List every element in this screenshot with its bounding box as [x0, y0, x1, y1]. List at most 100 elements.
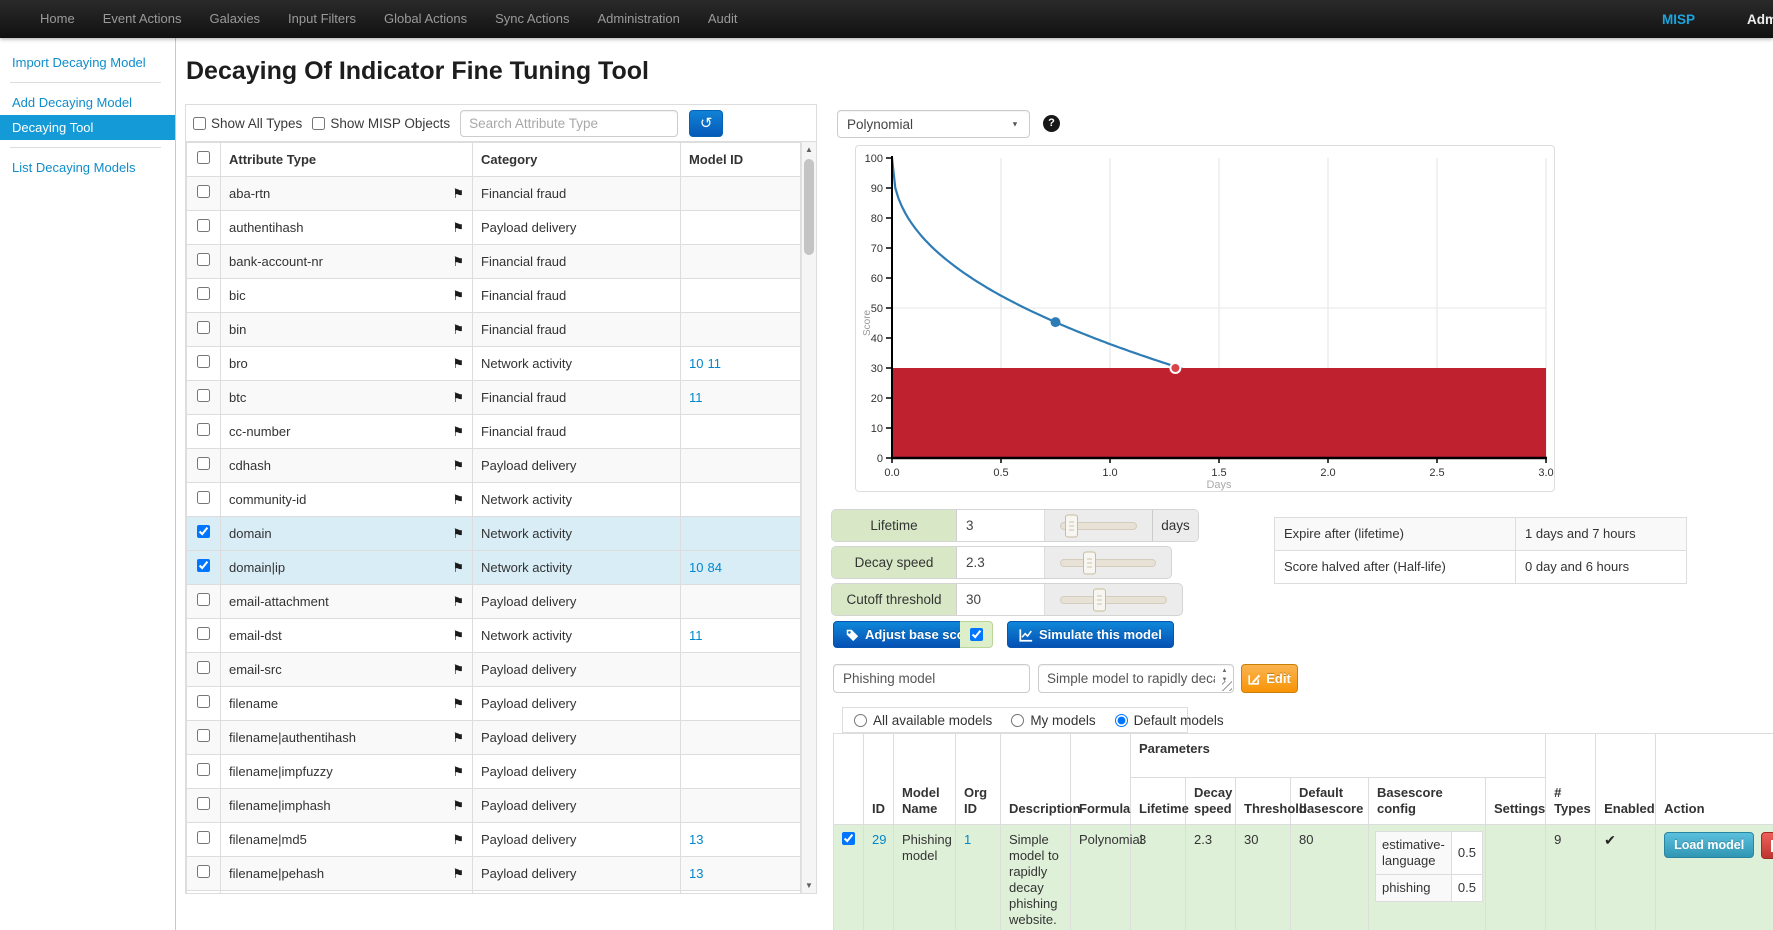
model-id-link[interactable]: 13 [689, 832, 703, 847]
flag-icon[interactable]: ⚑ [452, 220, 464, 236]
user-menu[interactable]: Adm [1747, 12, 1773, 27]
nav-item-event-actions[interactable]: Event Actions [89, 0, 196, 38]
model-id-link[interactable]: 84 [707, 560, 721, 575]
attribute-row-checkbox[interactable] [197, 797, 210, 810]
nav-item-sync-actions[interactable]: Sync Actions [481, 0, 583, 38]
misp-brand-link[interactable]: MISP [1662, 12, 1695, 27]
flag-icon[interactable]: ⚑ [452, 288, 464, 304]
scope-option-my-models[interactable]: My models [1011, 713, 1095, 728]
lifetime-slider-handle[interactable] [1065, 514, 1078, 537]
sidebar-item-decaying-tool[interactable]: Decaying Tool [0, 115, 175, 140]
nav-item-global-actions[interactable]: Global Actions [370, 0, 481, 38]
resize-grip[interactable] [1222, 681, 1232, 691]
model-id-link[interactable]: 10 [689, 560, 703, 575]
org-id-link[interactable]: 1 [964, 832, 971, 847]
model-description-textarea[interactable]: Simple model to rapidly decay ▲ ▼ [1038, 664, 1234, 693]
attribute-row-checkbox[interactable] [197, 389, 210, 402]
show-misp-objects-checkbox-label[interactable]: Show MISP Objects [312, 116, 450, 131]
decay-chart[interactable]: 01020304050607080901000.00.51.01.52.02.5… [856, 146, 1556, 493]
flag-icon[interactable]: ⚑ [452, 356, 464, 372]
attribute-row-checkbox[interactable] [197, 695, 210, 708]
flag-icon[interactable]: ⚑ [452, 322, 464, 338]
show-misp-objects-checkbox[interactable] [312, 117, 325, 130]
lifetime-slider-track[interactable] [1060, 522, 1137, 530]
attribute-row-checkbox[interactable] [197, 219, 210, 232]
select-all-checkbox[interactable] [197, 151, 210, 164]
model-id-link[interactable]: 29 [872, 832, 886, 847]
vertical-scrollbar[interactable]: ▲ ▼ [801, 142, 816, 893]
model-id-link[interactable]: 11 [707, 356, 721, 371]
adjust-base-score-toggle[interactable] [960, 621, 993, 648]
nav-item-input-filters[interactable]: Input Filters [274, 0, 370, 38]
decay-speed-slider-handle[interactable] [1083, 551, 1096, 574]
disable-model-button[interactable] [1761, 832, 1773, 859]
flag-icon[interactable]: ⚑ [452, 390, 464, 406]
flag-icon[interactable]: ⚑ [452, 866, 464, 882]
attribute-row-checkbox[interactable] [197, 627, 210, 640]
attribute-row-checkbox[interactable] [197, 491, 210, 504]
show-all-types-checkbox[interactable] [193, 117, 206, 130]
refresh-button[interactable]: ↺ [689, 110, 723, 137]
flag-icon[interactable]: ⚑ [452, 662, 464, 678]
model-id-link[interactable]: 11 [689, 390, 703, 405]
attribute-row-checkbox[interactable] [197, 457, 210, 470]
scroll-up-arrow[interactable]: ▲ [802, 142, 816, 157]
attribute-row-checkbox[interactable] [197, 729, 210, 742]
show-all-types-checkbox-label[interactable]: Show All Types [193, 116, 302, 131]
flag-icon[interactable]: ⚑ [452, 254, 464, 270]
cutoff-threshold-value[interactable]: 30 [957, 584, 1045, 615]
attribute-row-checkbox[interactable] [197, 763, 210, 776]
flag-icon[interactable]: ⚑ [452, 594, 464, 610]
scope-radio[interactable] [1011, 714, 1024, 727]
adjust-base-score-checkbox[interactable] [970, 628, 983, 641]
scope-radio[interactable] [1115, 714, 1128, 727]
attribute-row-checkbox[interactable] [197, 185, 210, 198]
scope-radio[interactable] [854, 714, 867, 727]
attribute-row-checkbox[interactable] [197, 423, 210, 436]
flag-icon[interactable]: ⚑ [452, 492, 464, 508]
cutoff-threshold-slider-track[interactable] [1060, 596, 1167, 604]
model-row-checkbox[interactable] [842, 832, 855, 845]
edit-model-button[interactable]: Edit [1241, 664, 1298, 693]
flag-icon[interactable]: ⚑ [452, 186, 464, 202]
flag-icon[interactable]: ⚑ [452, 696, 464, 712]
cutoff-threshold-slider-handle[interactable] [1093, 588, 1106, 611]
search-attribute-input[interactable] [460, 110, 678, 137]
flag-icon[interactable]: ⚑ [452, 628, 464, 644]
flag-icon[interactable]: ⚑ [452, 560, 464, 576]
flag-icon[interactable]: ⚑ [452, 832, 464, 848]
attribute-row-checkbox[interactable] [197, 593, 210, 606]
model-id-link[interactable]: 11 [689, 628, 703, 643]
flag-icon[interactable]: ⚑ [452, 424, 464, 440]
sidebar-item-list-decaying-models[interactable]: List Decaying Models [0, 155, 175, 180]
model-id-link[interactable]: 10 [689, 356, 703, 371]
flag-icon[interactable]: ⚑ [452, 764, 464, 780]
attribute-row-checkbox[interactable] [197, 865, 210, 878]
attribute-row-checkbox[interactable] [197, 253, 210, 266]
sidebar-item-import-decaying-model[interactable]: Import Decaying Model [0, 50, 175, 75]
sidebar-item-add-decaying-model[interactable]: Add Decaying Model [0, 90, 175, 115]
formula-select[interactable]: Polynomial ▼ [837, 110, 1030, 138]
decay-speed-slider[interactable] [1045, 547, 1171, 578]
attribute-row-checkbox[interactable] [197, 355, 210, 368]
nav-item-home[interactable]: Home [26, 0, 89, 38]
lifetime-value[interactable]: 3 [957, 510, 1045, 541]
nav-item-administration[interactable]: Administration [584, 0, 694, 38]
flag-icon[interactable]: ⚑ [452, 798, 464, 814]
decay-speed-value[interactable]: 2.3 [957, 547, 1045, 578]
attribute-row-checkbox[interactable] [197, 661, 210, 674]
model-name-input[interactable] [833, 664, 1030, 693]
flag-icon[interactable]: ⚑ [452, 730, 464, 746]
cutoff-threshold-slider[interactable] [1045, 584, 1182, 615]
load-model-button[interactable]: Load model [1664, 832, 1754, 858]
help-icon[interactable]: ? [1043, 115, 1060, 132]
nav-item-galaxies[interactable]: Galaxies [195, 0, 274, 38]
scrollbar-thumb[interactable] [804, 159, 814, 255]
attribute-row-checkbox[interactable] [197, 321, 210, 334]
flag-icon[interactable]: ⚑ [452, 458, 464, 474]
scroll-down-arrow[interactable]: ▼ [802, 878, 816, 893]
attribute-row-checkbox[interactable] [197, 831, 210, 844]
scroll-up-icon[interactable]: ▲ [1222, 668, 1228, 674]
flag-icon[interactable]: ⚑ [452, 526, 464, 542]
scope-option-all-available-models[interactable]: All available models [854, 713, 992, 728]
